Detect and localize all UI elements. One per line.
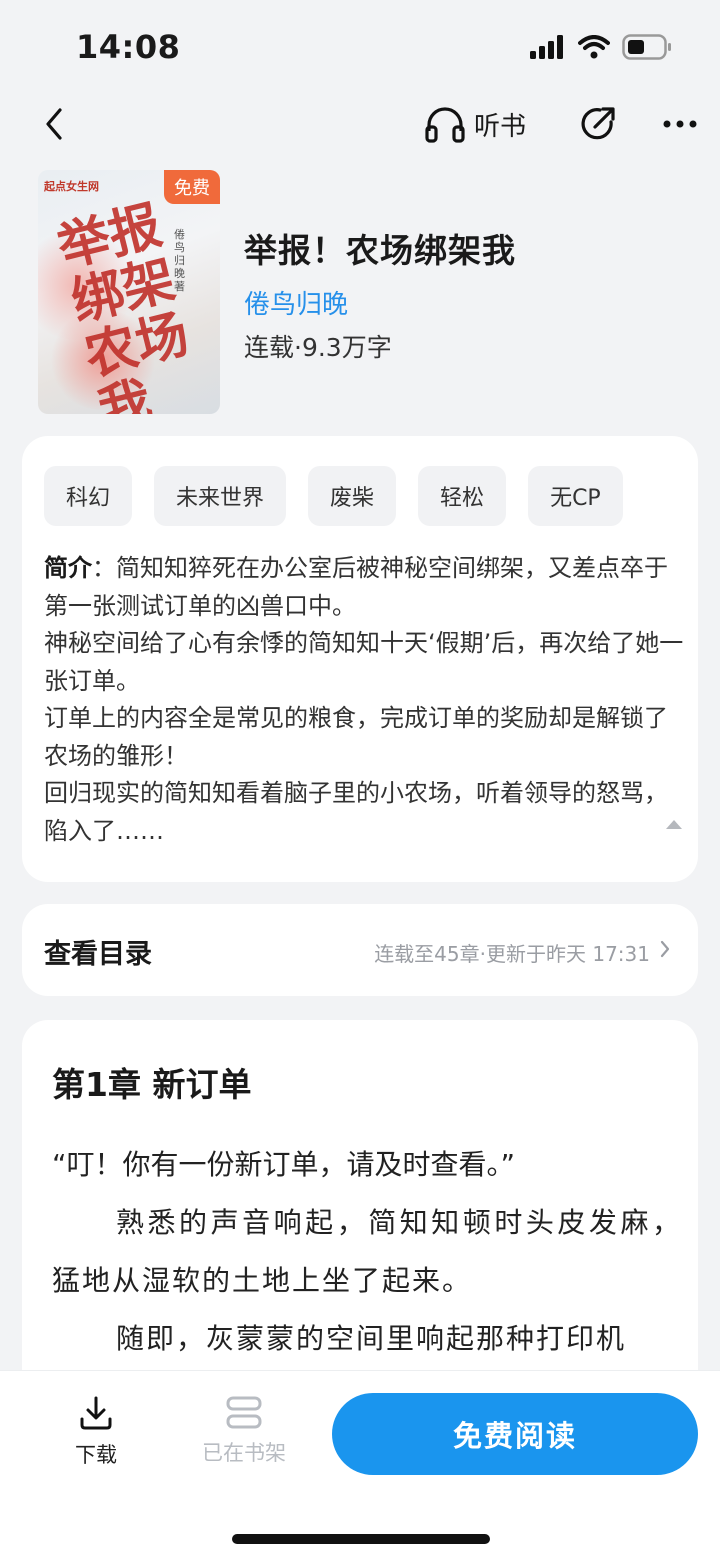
- book-author-link[interactable]: 倦鸟归晚: [244, 284, 348, 321]
- book-header: 起点女生网 免费 举报 绑架 农场我 倦鸟归晚著 举报！农场绑架我 倦鸟归晚 连…: [38, 170, 688, 414]
- book-cover[interactable]: 起点女生网 免费 举报 绑架 农场我 倦鸟归晚著: [38, 170, 220, 414]
- book-meta: 连载·9.3万字: [244, 333, 392, 362]
- tag-item[interactable]: 科幻: [44, 466, 133, 526]
- toc-update-info: 连载至45章·更新于昨天 17:31: [374, 942, 650, 966]
- status-icons: [530, 34, 672, 64]
- free-read-button[interactable]: 免费阅读: [332, 1393, 698, 1475]
- tag-item[interactable]: 无CP: [528, 466, 623, 526]
- chapter-paragraph: 熟悉的声音响起，简知知顿时头皮发麻，猛地从湿软的土地上坐了起来。: [52, 1206, 682, 1297]
- download-label: 下载: [75, 1443, 117, 1467]
- cover-author: 倦鸟归晚著: [174, 228, 185, 293]
- bookshelf-button[interactable]: 已在书架: [196, 1395, 292, 1475]
- intro-line: 订单上的内容全是常见的粮食，完成订单的奖励却是解锁了农场的雏形！: [44, 704, 668, 770]
- book-title: 举报！农场绑架我: [244, 231, 516, 270]
- intro-line: 简介：简知知猝死在办公室后被神秘空间绑架，又差点卒于第一张测试订单的凶兽口中。: [44, 550, 684, 625]
- nav-bar: 听书: [0, 92, 720, 156]
- share-icon: [581, 107, 615, 140]
- collapse-arrow-icon[interactable]: [666, 820, 682, 829]
- intro-line: 神秘空间给了心有余悸的简知知十天‘假期’后，再次给了她一张订单。: [44, 629, 684, 695]
- listen-label: 听书: [474, 111, 527, 142]
- home-indicator[interactable]: [232, 1534, 490, 1544]
- intro-card: 科幻 未来世界 废柴 轻松 无CP 简介：简知知猝死在办公室后被神秘空间绑架，又…: [22, 436, 698, 882]
- wifi-icon: [578, 35, 610, 63]
- download-button[interactable]: 下载: [60, 1395, 132, 1475]
- cover-publisher-logo: 起点女生网: [44, 180, 99, 193]
- more-button[interactable]: [656, 100, 704, 148]
- listen-button[interactable]: 听书: [424, 98, 526, 150]
- status-time: 14:08: [76, 28, 181, 66]
- bottom-action-bar: 下载 已在书架 免费阅读: [0, 1370, 720, 1559]
- chapter-body: “叮！你有一份新订单，请及时查看。” 熟悉的声音响起，简知知顿时头皮发麻，猛地从…: [52, 1136, 682, 1368]
- chapter-paragraph: 随即，灰蒙蒙的空间里响起那种打印机: [116, 1322, 627, 1355]
- chevron-left-icon: [46, 108, 62, 140]
- intro-label: 简介: [44, 554, 92, 582]
- intro-line-text: ：简知知猝死在办公室后被神秘空间绑架，又差点卒于第一张测试订单的凶兽口中。: [44, 554, 668, 620]
- download-icon: [80, 1396, 112, 1430]
- battery-icon: [622, 34, 672, 64]
- chapter-title: 第1章 新订单: [52, 1065, 252, 1104]
- tag-list: 科幻 未来世界 废柴 轻松 无CP: [44, 466, 623, 526]
- chapter-preview[interactable]: 第1章 新订单 “叮！你有一份新订单，请及时查看。” 熟悉的声音响起，简知知顿时…: [22, 1020, 698, 1420]
- signal-icon: [530, 35, 566, 63]
- bookshelf-icon: [226, 1396, 262, 1429]
- more-dots-icon: [663, 120, 697, 128]
- toc-title: 查看目录: [44, 939, 152, 970]
- intro-line: 回归现实的简知知看着脑子里的小农场，听着领导的怒骂，陷入了……: [44, 779, 668, 845]
- tag-item[interactable]: 轻松: [418, 466, 507, 526]
- free-badge: 免费: [164, 170, 220, 204]
- intro-text[interactable]: 简介：简知知猝死在办公室后被神秘空间绑架，又差点卒于第一张测试订单的凶兽口中。 …: [44, 550, 684, 850]
- tag-item[interactable]: 废柴: [308, 466, 397, 526]
- bookshelf-label: 已在书架: [202, 1441, 286, 1465]
- toc-card[interactable]: 查看目录 连载至45章·更新于昨天 17:31: [22, 904, 698, 996]
- share-button[interactable]: [576, 100, 620, 148]
- headphones-icon: [425, 107, 465, 143]
- back-button[interactable]: [30, 100, 78, 148]
- chevron-right-icon: [660, 940, 670, 958]
- status-bar: 14:08: [0, 0, 720, 92]
- tag-item[interactable]: 未来世界: [154, 466, 287, 526]
- chapter-paragraph: “叮！你有一份新订单，请及时查看。”: [52, 1148, 516, 1181]
